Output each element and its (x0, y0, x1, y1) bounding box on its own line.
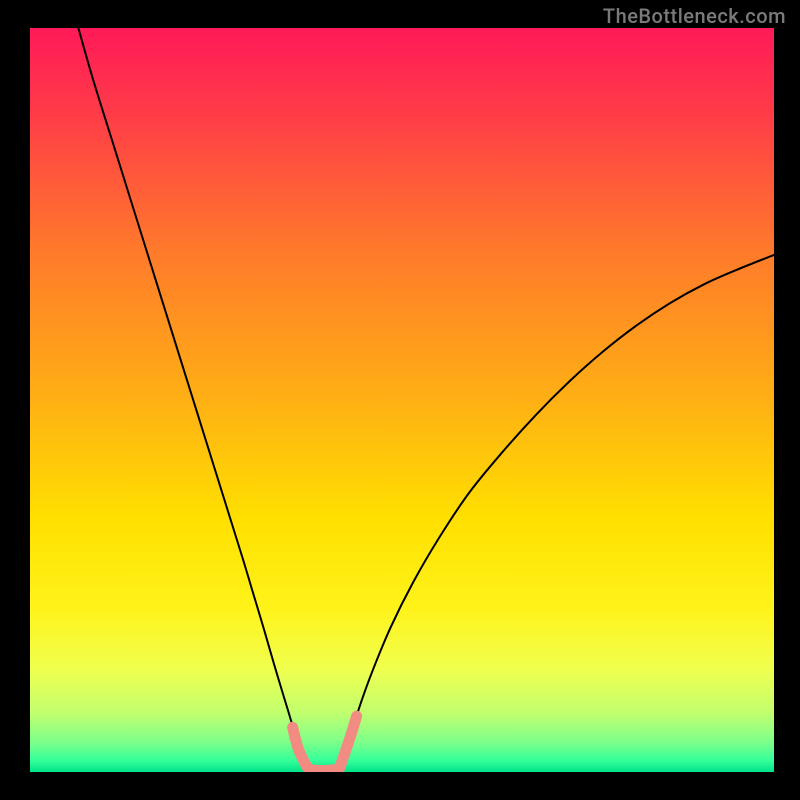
valley-highlight-seg-1 (311, 768, 339, 770)
bottleneck-plot (30, 28, 774, 772)
chart-stage: TheBottleneck.com (0, 0, 800, 800)
watermark-text: TheBottleneck.com (603, 4, 786, 28)
plot-background (30, 28, 774, 772)
plot-area (30, 28, 774, 772)
